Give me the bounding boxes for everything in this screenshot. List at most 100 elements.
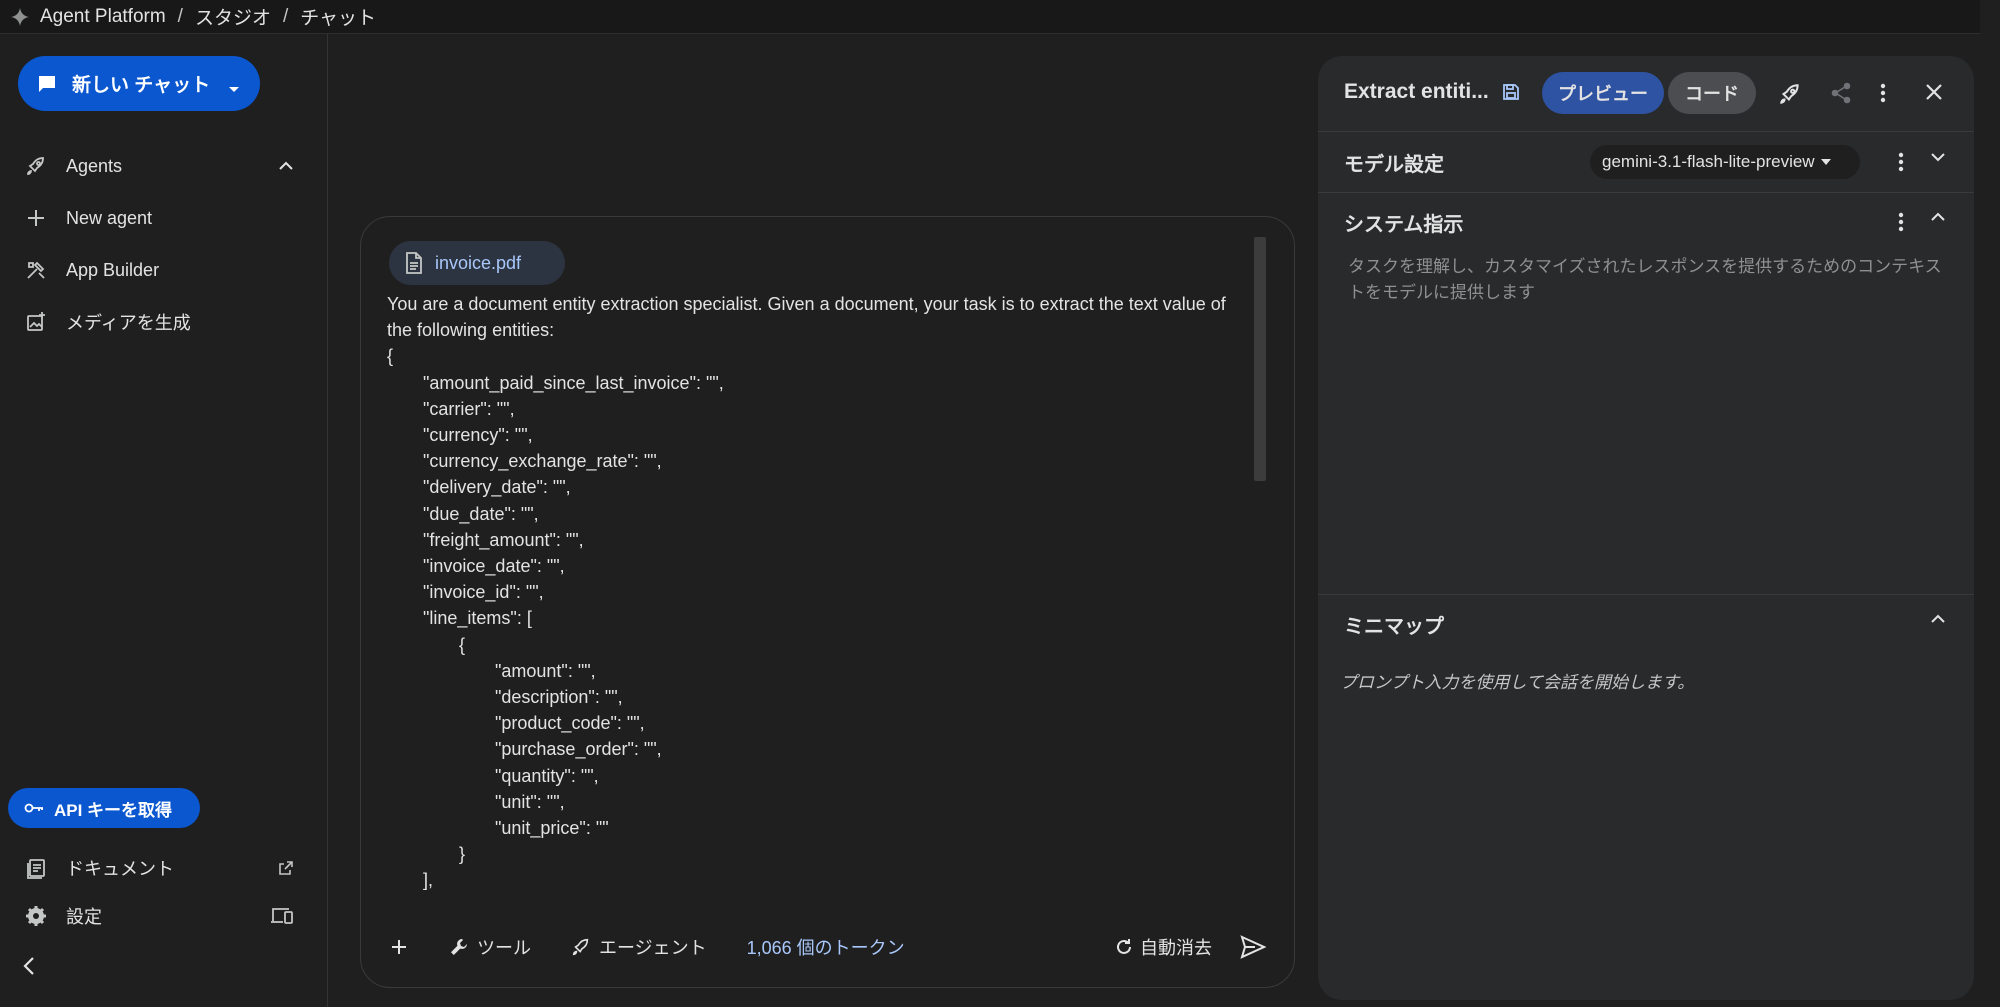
plus-icon	[389, 937, 409, 957]
breadcrumb-agent-platform[interactable]: Agent Platform	[40, 6, 166, 28]
model-settings-label: モデル設定	[1344, 153, 1444, 176]
chevron-down-icon[interactable]	[1930, 152, 1946, 162]
sidebar: 新しい チャット Agents New agent App Builder メデ…	[0, 34, 328, 1007]
plus-icon	[22, 204, 50, 232]
chevron-up-icon[interactable]	[1930, 212, 1946, 222]
prompt-line: "amount": "",	[495, 660, 596, 681]
prompt-line: "invoice_date": "",	[423, 556, 565, 577]
api-key-label: API キーを取得	[54, 800, 173, 820]
prompt-line: "delivery_date": "",	[423, 477, 571, 498]
breadcrumb-studio[interactable]: スタジオ	[195, 3, 271, 30]
token-count[interactable]: 1,066 個のトークン	[747, 934, 905, 960]
agent-label: エージェント	[599, 938, 707, 958]
file-icon	[405, 252, 423, 274]
open-external-icon	[278, 860, 294, 876]
tools-button[interactable]: ツール	[449, 934, 531, 960]
breadcrumb-chat[interactable]: チャット	[300, 3, 376, 30]
more-vert-icon[interactable]	[1898, 212, 1904, 232]
wrench-icon	[449, 937, 469, 957]
breadcrumb-separator: /	[282, 5, 289, 27]
prompt-line: "carrier": "",	[423, 398, 515, 419]
tools-icon	[22, 256, 50, 284]
prompt-line: "unit_price": ""	[495, 818, 609, 839]
sidebar-item-label: New agent	[66, 207, 153, 228]
preview-button[interactable]: プレビュー	[1542, 72, 1664, 114]
rocket-icon	[571, 937, 591, 957]
auto-clear-button[interactable]: 自動消去	[1114, 934, 1212, 960]
prompt-toolbar: ツール エージェント 1,066 個のトークン 自動消去	[389, 927, 1266, 967]
system-instructions-input[interactable]: タスクを理解し、カスタマイズされたレスポンスを提供するためのコンテキストをモデル…	[1348, 254, 1948, 306]
prompt-line: "product_code": "",	[495, 713, 645, 734]
prompt-line: {	[387, 346, 394, 367]
prompt-scrollbar[interactable]	[1254, 237, 1266, 481]
new-chat-label: 新しい チャット	[72, 75, 211, 96]
refresh-icon	[1114, 937, 1134, 957]
prompt-line: You are a document entity extraction spe…	[387, 294, 1226, 314]
chevron-up-icon[interactable]	[278, 161, 294, 171]
key-icon	[24, 801, 44, 815]
sidebar-item-generate-media[interactable]: メディアを生成	[22, 302, 302, 342]
more-vert-icon[interactable]	[1898, 152, 1904, 172]
minimap-section[interactable]: ミニマップ	[1318, 594, 1974, 654]
more-vert-icon[interactable]	[1880, 82, 1886, 104]
breadcrumb-separator: /	[177, 5, 183, 27]
get-api-key-button[interactable]: API キーを取得	[8, 788, 200, 828]
sparkle-icon	[10, 7, 30, 27]
rocket-icon[interactable]	[1778, 82, 1802, 106]
sidebar-item-agents[interactable]: Agents	[22, 146, 302, 186]
prompt-line: "currency": "",	[423, 425, 533, 446]
prompt-input[interactable]: You are a document entity extraction spe…	[387, 291, 1267, 894]
collapse-sidebar-icon[interactable]	[22, 956, 36, 976]
attached-file-chip[interactable]: invoice.pdf	[389, 241, 565, 285]
model-settings-section[interactable]: モデル設定 gemini-3.1-flash-lite-preview	[1318, 132, 1974, 192]
close-icon[interactable]	[1924, 82, 1944, 102]
model-name: gemini-3.1-flash-lite-preview	[1602, 152, 1815, 171]
sidebar-item-label: ドキュメント	[66, 859, 174, 879]
agent-button[interactable]: エージェント	[571, 934, 707, 960]
prompt-line: "quantity": "",	[495, 765, 599, 786]
gear-icon	[22, 902, 50, 930]
system-instructions-label: システム指示	[1344, 213, 1464, 236]
sidebar-item-label: 設定	[66, 907, 102, 927]
window-edge	[1980, 0, 2000, 1007]
prompt-title[interactable]: Extract entiti...	[1344, 80, 1489, 104]
document-icon	[22, 854, 50, 882]
tools-label: ツール	[477, 938, 531, 958]
devices-icon[interactable]	[270, 907, 294, 925]
prompt-line: "due_date": "",	[423, 503, 539, 524]
sidebar-item-new-agent[interactable]: New agent	[22, 198, 302, 238]
prompt-line: "freight_amount": "",	[423, 529, 584, 550]
caret-down-icon[interactable]	[228, 78, 240, 100]
minimap-empty-text: プロンプト入力を使用して会話を開始します。	[1340, 673, 1695, 692]
prompt-line: "invoice_id": "",	[423, 582, 544, 603]
save-icon[interactable]	[1502, 83, 1520, 101]
sidebar-item-label: Agents	[66, 155, 123, 176]
code-button[interactable]: コード	[1668, 72, 1756, 114]
sidebar-item-settings[interactable]: 設定	[22, 896, 302, 936]
new-chat-button[interactable]: 新しい チャット	[18, 56, 260, 111]
caret-down-icon	[1820, 159, 1831, 165]
add-button[interactable]	[389, 937, 409, 957]
chat-bubble-icon	[36, 73, 58, 95]
sidebar-item-app-builder[interactable]: App Builder	[22, 250, 302, 290]
prompt-card: invoice.pdf You are a document entity ex…	[360, 216, 1295, 988]
prompt-line: "amount_paid_since_last_invoice": "",	[423, 372, 724, 393]
sidebar-item-docs[interactable]: ドキュメント	[22, 848, 302, 888]
sidebar-item-label: App Builder	[66, 259, 160, 280]
rocket-icon	[22, 152, 50, 180]
panel-header: Extract entiti... プレビュー コード	[1318, 56, 1974, 132]
model-select[interactable]: gemini-3.1-flash-lite-preview	[1590, 145, 1860, 179]
top-breadcrumb-bar: Agent Platform / スタジオ / チャット	[0, 0, 2000, 34]
auto-clear-label: 自動消去	[1140, 938, 1212, 958]
prompt-line: }	[459, 844, 466, 865]
run-settings-panel: Extract entiti... プレビュー コード モデル設定 gemini…	[1318, 56, 1974, 1000]
send-icon[interactable]	[1240, 935, 1266, 959]
system-instructions-section[interactable]: システム指示	[1318, 192, 1974, 252]
prompt-line: {	[459, 634, 466, 655]
prompt-line: "currency_exchange_rate": "",	[423, 451, 662, 472]
attached-file-name: invoice.pdf	[435, 252, 522, 273]
prompt-line: "description": "",	[495, 687, 623, 708]
chevron-up-icon[interactable]	[1930, 614, 1946, 624]
image-add-icon	[22, 308, 50, 336]
share-icon[interactable]	[1830, 82, 1852, 104]
